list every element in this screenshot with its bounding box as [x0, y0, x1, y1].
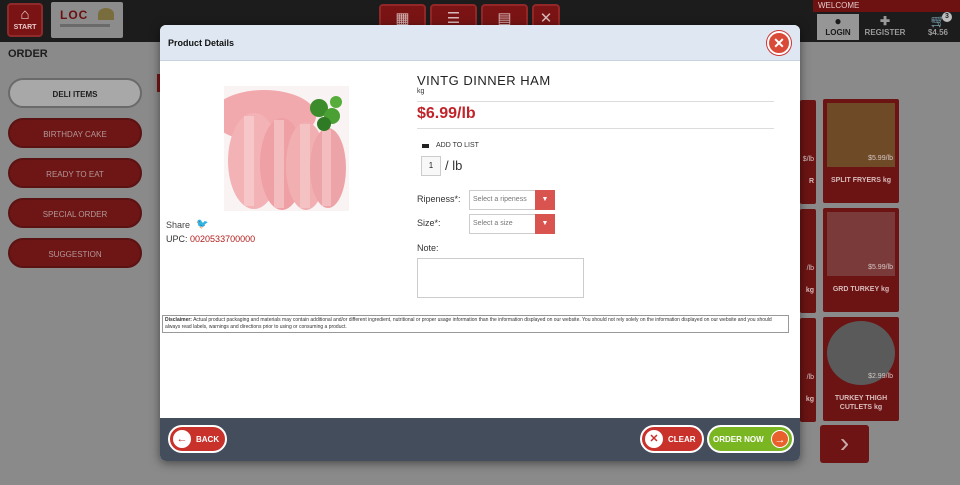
- product-image: [224, 86, 349, 211]
- divider: [417, 101, 774, 102]
- add-user-icon: ✚: [879, 14, 891, 28]
- chevron-down-icon[interactable]: ▼: [535, 190, 555, 210]
- close-button[interactable]: ✕: [767, 31, 791, 55]
- chevron-down-icon[interactable]: ▼: [535, 214, 555, 234]
- product-unit: kg: [417, 88, 425, 95]
- twitter-icon[interactable]: 🐦: [196, 219, 208, 230]
- ham-slices-image: [224, 86, 349, 211]
- login-label: LOGIN: [825, 28, 851, 37]
- product-card[interactable]: /lb kg: [800, 318, 816, 422]
- welcome-banner: WELCOME: [813, 0, 960, 12]
- note-textarea[interactable]: [417, 258, 584, 298]
- size-label: Size*:: [417, 218, 441, 228]
- ripeness-placeholder: Select a ripeness: [473, 196, 527, 203]
- cart-total: $4.56: [927, 28, 949, 37]
- register-button[interactable]: ✚ REGISTER: [862, 14, 908, 40]
- back-button[interactable]: ← BACK: [168, 425, 227, 453]
- logo-mark: [98, 8, 114, 20]
- home-icon: ⌂: [20, 6, 30, 23]
- close-icon: ✕: [773, 35, 785, 51]
- product-name: R: [808, 178, 814, 185]
- category-suggestion[interactable]: SUGGESTION: [8, 238, 142, 268]
- product-name: TURKEY THIGH CUTLETS kg: [834, 395, 888, 411]
- start-button[interactable]: ⌂ START: [7, 3, 43, 37]
- product-card[interactable]: $/lb R: [800, 100, 816, 204]
- page-title: ORDER: [8, 48, 48, 60]
- product-card[interactable]: $5.99/lb SPLIT FRYERS kg: [823, 99, 899, 203]
- product-card[interactable]: $2.99/lb TURKEY THIGH CUTLETS kg: [823, 317, 899, 421]
- list-icon: [422, 143, 429, 148]
- product-price: $/lb: [802, 156, 814, 163]
- disclaimer-title: Disclaimer:: [165, 317, 192, 323]
- size-select[interactable]: Select a size ▼: [469, 214, 555, 234]
- product-name: SPLIT FRYERS kg: [830, 177, 892, 184]
- clear-label: CLEAR: [668, 434, 696, 444]
- add-to-list-label: ADD TO LIST: [436, 142, 479, 149]
- cart-button[interactable]: 🛒 3 $4.56: [920, 12, 956, 40]
- ripeness-select[interactable]: Select a ripeness ▼: [469, 190, 555, 210]
- product-price: /lb: [806, 374, 814, 381]
- add-to-list-button[interactable]: ADD TO LIST: [422, 142, 479, 149]
- modal-footer: ← BACK ✕ CLEAR ORDER NOW →: [160, 418, 800, 461]
- product-details-modal: Product Details ✕ Share 🐦 UPC: 002053370: [160, 25, 800, 461]
- upc-row: UPC: 0020533700000: [166, 234, 255, 244]
- divider: [417, 128, 774, 129]
- order-now-button[interactable]: ORDER NOW →: [707, 425, 794, 453]
- modal-header: Product Details ✕: [160, 25, 800, 61]
- product-name: GRD TURKEY kg: [832, 286, 890, 293]
- disclaimer-text: Actual product packaging and materials m…: [165, 317, 772, 330]
- next-page-button[interactable]: ›: [820, 425, 869, 463]
- quantity-input[interactable]: 1: [421, 156, 441, 176]
- disclaimer: Disclaimer: Actual product packaging and…: [162, 315, 789, 333]
- product-card[interactable]: $5.99/lb GRD TURKEY kg: [823, 208, 899, 312]
- logo-tagline: [60, 24, 110, 27]
- upc-value: 0020533700000: [190, 234, 256, 244]
- share-row: Share 🐦: [166, 219, 208, 230]
- product-price: $6.99/lb: [417, 105, 476, 122]
- clear-icon: ✕: [645, 430, 663, 448]
- ripeness-label: Ripeness*:: [417, 194, 461, 204]
- share-label: Share: [166, 219, 191, 230]
- back-label: BACK: [196, 434, 220, 444]
- login-button[interactable]: ● LOGIN: [817, 14, 859, 40]
- product-name: kg: [805, 287, 814, 294]
- note-label: Note:: [417, 243, 439, 253]
- product-price: $5.99/lb: [868, 264, 893, 271]
- size-placeholder: Select a size: [473, 220, 513, 227]
- arrow-left-icon: ←: [173, 430, 191, 448]
- cart-count-badge: 3: [942, 12, 952, 22]
- start-label: START: [13, 24, 37, 31]
- category-ready-to-eat[interactable]: READY TO EAT: [8, 158, 142, 188]
- arrow-right-icon: →: [771, 430, 789, 448]
- product-price: $5.99/lb: [868, 155, 893, 162]
- modal-title: Product Details: [168, 38, 235, 48]
- product-card[interactable]: /lb kg: [800, 209, 816, 313]
- product-name: kg: [805, 396, 814, 403]
- chevron-right-icon: ›: [839, 427, 850, 458]
- user-icon: ●: [834, 14, 842, 28]
- quantity-unit: / lb: [445, 158, 463, 173]
- product-price: /lb: [806, 265, 814, 272]
- category-birthday-cake[interactable]: BIRTHDAY CAKE: [8, 118, 142, 148]
- category-deli-items[interactable]: DELI ITEMS: [8, 78, 142, 108]
- product-price: $2.99/lb: [868, 373, 893, 380]
- register-label: REGISTER: [864, 28, 906, 37]
- product-name: VINTG DINNER HAM: [417, 73, 551, 88]
- upc-label: UPC:: [166, 234, 188, 244]
- logo-text: LOC: [60, 8, 89, 22]
- category-special-order[interactable]: SPECIAL ORDER: [8, 198, 142, 228]
- order-now-label: ORDER NOW: [713, 434, 764, 444]
- clear-button[interactable]: ✕ CLEAR: [640, 425, 704, 453]
- store-logo[interactable]: LOC: [51, 2, 123, 38]
